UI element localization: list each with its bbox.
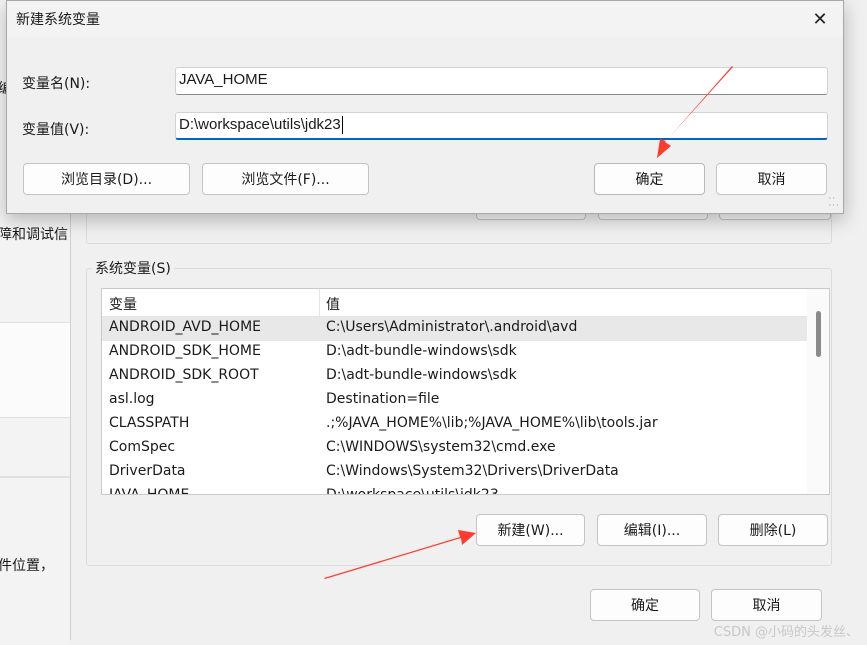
edit-variable-button[interactable]: 编辑(I)...: [597, 514, 707, 546]
variable-name: JAVA_HOME: [109, 487, 190, 495]
list-header: 变量 值: [102, 289, 808, 317]
variable-name: ComSpec: [109, 439, 176, 455]
table-row[interactable]: JAVA_HOME D:\workspace\utils\jdk23: [102, 485, 808, 495]
variable-name-label: 变量名(N):: [22, 76, 91, 92]
watermark: CSDN @小码的头发丝、: [713, 625, 859, 640]
table-row[interactable]: ComSpec C:\WINDOWS\system32\cmd.exe: [102, 437, 808, 461]
dialog-body: 变量名(N): JAVA_HOME 变量值(V): D:\workspace\u…: [7, 37, 843, 213]
table-row[interactable]: asl.log Destination=file: [102, 389, 808, 413]
variable-name: ANDROID_AVD_HOME: [109, 319, 261, 335]
background-text-fragment: 障和调试信: [0, 227, 68, 243]
variable-value: Destination=file: [326, 391, 440, 407]
text-caret: [341, 116, 343, 135]
variable-name: ANDROID_SDK_HOME: [109, 343, 261, 359]
browse-directory-button[interactable]: 浏览目录(D)...: [23, 163, 190, 195]
close-icon[interactable]: ✕: [797, 1, 843, 37]
variable-name: asl.log: [109, 391, 155, 407]
background-panel: [0, 322, 70, 418]
cancel-button[interactable]: 取消: [716, 163, 827, 195]
background-text-fragment: 件位置，: [0, 558, 54, 574]
variable-value: C:\Windows\System32\Drivers\DriverData: [326, 463, 619, 479]
variable-value: D:\workspace\utils\jdk23: [326, 487, 499, 495]
variable-value-text: D:\workspace\utils\jdk23: [179, 116, 341, 133]
column-header-value[interactable]: 值: [326, 294, 340, 314]
variable-value: C:\Users\Administrator\.android\avd: [326, 319, 578, 335]
variable-value: .;%JAVA_HOME%\lib;%JAVA_HOME%\lib\tools.…: [326, 415, 658, 431]
table-row[interactable]: DriverData C:\Windows\System32\Drivers\D…: [102, 461, 808, 485]
table-row[interactable]: ANDROID_SDK_HOME D:\adt-bundle-windows\s…: [102, 341, 808, 365]
background-divider: [0, 476, 70, 478]
scrollbar-thumb[interactable]: [816, 311, 821, 357]
ok-button[interactable]: 确定: [594, 163, 705, 195]
variable-name-text: JAVA_HOME: [179, 71, 268, 88]
env-ok-button[interactable]: 确定: [590, 589, 700, 621]
delete-variable-button[interactable]: 删除(L): [718, 514, 828, 546]
table-row[interactable]: CLASSPATH .;%JAVA_HOME%\lib;%JAVA_HOME%\…: [102, 413, 808, 437]
variable-name: CLASSPATH: [109, 415, 190, 431]
resize-grip-icon[interactable]: ⋅⋅ ⋅⋅⋅: [828, 195, 840, 211]
variable-name-input[interactable]: JAVA_HOME: [175, 67, 828, 95]
new-system-variable-dialog: 新建系统变量 ✕ 变量名(N): JAVA_HOME 变量值(V): D:\wo…: [6, 0, 844, 214]
system-variables-label: 系统变量(S): [92, 258, 174, 278]
variable-value: D:\adt-bundle-windows\sdk: [326, 343, 517, 359]
column-header-variable[interactable]: 变量: [109, 294, 137, 314]
list-scrollbar[interactable]: [807, 289, 829, 494]
system-variables-list[interactable]: 变量 值 ANDROID_AVD_HOME C:\Users\Administr…: [101, 288, 830, 495]
dialog-title: 新建系统变量: [16, 12, 100, 28]
env-cancel-button[interactable]: 取消: [711, 589, 822, 621]
table-row[interactable]: ANDROID_SDK_ROOT D:\adt-bundle-windows\s…: [102, 365, 808, 389]
variable-value: D:\adt-bundle-windows\sdk: [326, 367, 517, 383]
variable-name: DriverData: [109, 463, 186, 479]
column-separator[interactable]: [319, 289, 320, 317]
dialog-titlebar[interactable]: 新建系统变量 ✕: [7, 1, 843, 37]
browse-file-button[interactable]: 浏览文件(F)...: [202, 163, 369, 195]
variable-value: C:\WINDOWS\system32\cmd.exe: [326, 439, 556, 455]
table-row[interactable]: ANDROID_AVD_HOME C:\Users\Administrator\…: [102, 317, 808, 341]
variable-name: ANDROID_SDK_ROOT: [109, 367, 259, 383]
new-variable-button[interactable]: 新建(W)...: [476, 514, 585, 546]
variable-value-input[interactable]: D:\workspace\utils\jdk23: [175, 112, 828, 140]
variable-value-label: 变量值(V):: [22, 122, 90, 138]
